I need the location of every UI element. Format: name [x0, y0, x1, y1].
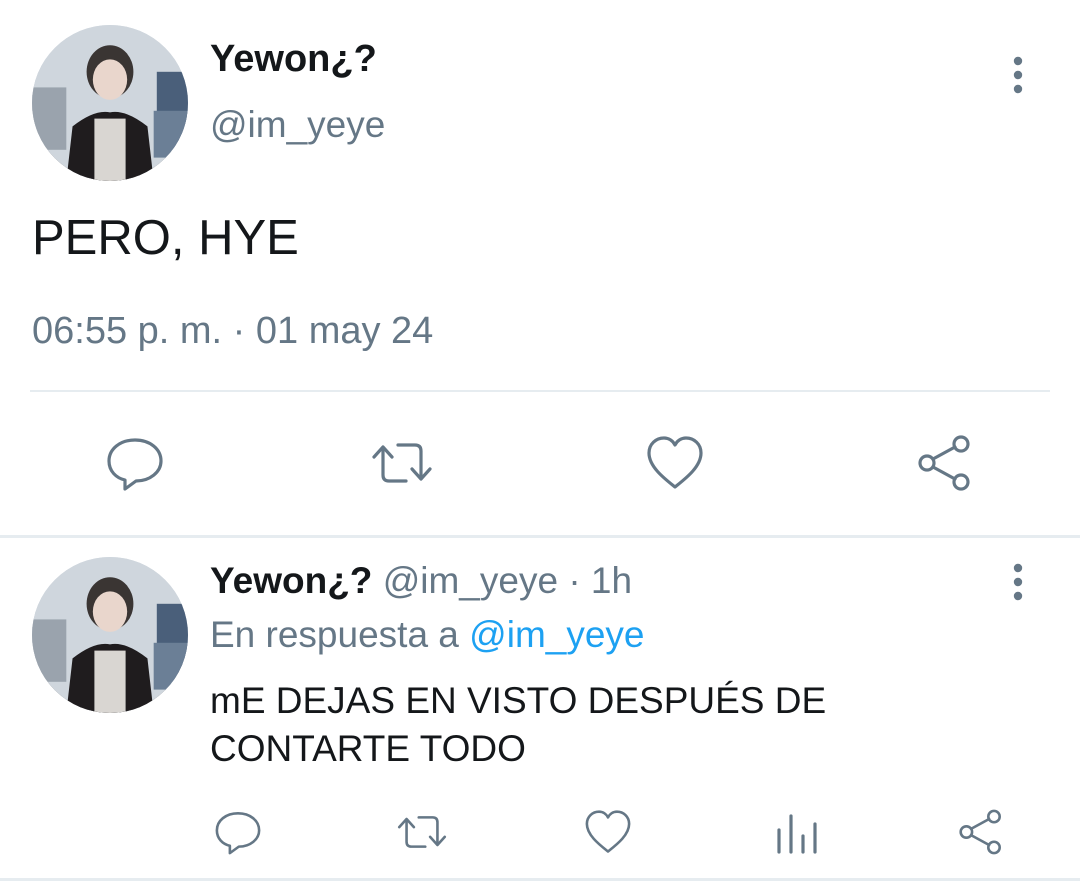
reply-icon — [215, 812, 261, 855]
share-button[interactable] — [955, 806, 1007, 858]
like-button[interactable] — [643, 431, 707, 495]
user-handle[interactable]: @im_yeye — [210, 104, 385, 146]
retweet-icon — [397, 816, 447, 848]
user-handle[interactable]: @im_yeye — [383, 560, 558, 601]
avatar[interactable] — [32, 25, 188, 181]
share-button[interactable] — [913, 431, 977, 495]
divider — [30, 390, 1050, 392]
retweet-button[interactable] — [370, 431, 434, 495]
reply-context: En respuesta a @im_yeye — [210, 614, 645, 656]
like-icon — [647, 436, 703, 489]
like-button[interactable] — [582, 806, 634, 858]
more-options-icon[interactable] — [1003, 55, 1033, 95]
avatar[interactable] — [32, 557, 188, 713]
divider — [0, 878, 1080, 881]
reply-to-label: En respuesta a — [210, 614, 459, 655]
retweet-icon — [372, 443, 432, 483]
display-name[interactable]: Yewon¿? — [210, 38, 377, 81]
reply-to-handle-link[interactable]: @im_yeye — [469, 614, 644, 655]
share-icon — [959, 809, 1001, 855]
avatar-photo — [32, 25, 188, 181]
tweet-header: Yewon¿? @im_yeye · 1h — [210, 560, 632, 602]
retweet-button[interactable] — [395, 806, 449, 858]
more-options-icon[interactable] — [1003, 562, 1033, 602]
reply-button[interactable] — [212, 806, 264, 858]
display-name[interactable]: Yewon¿? — [210, 560, 372, 601]
section-divider — [0, 535, 1080, 538]
stats-button[interactable] — [773, 810, 821, 856]
tweet-age[interactable]: · 1h — [568, 560, 632, 601]
tweet-timestamp: 06:55 p. m. · 01 may 24 — [32, 310, 434, 352]
reply-button[interactable] — [103, 431, 167, 495]
like-icon — [585, 810, 631, 853]
share-icon — [918, 435, 970, 491]
stats-icon — [777, 814, 817, 854]
tweet-text: PERO, HYE — [32, 211, 299, 265]
avatar-photo — [32, 557, 188, 713]
tweet-text: mE DEJAS EN VISTO DESPUÉS DE CONTARTE TO… — [210, 680, 827, 769]
reply-icon — [107, 438, 163, 491]
